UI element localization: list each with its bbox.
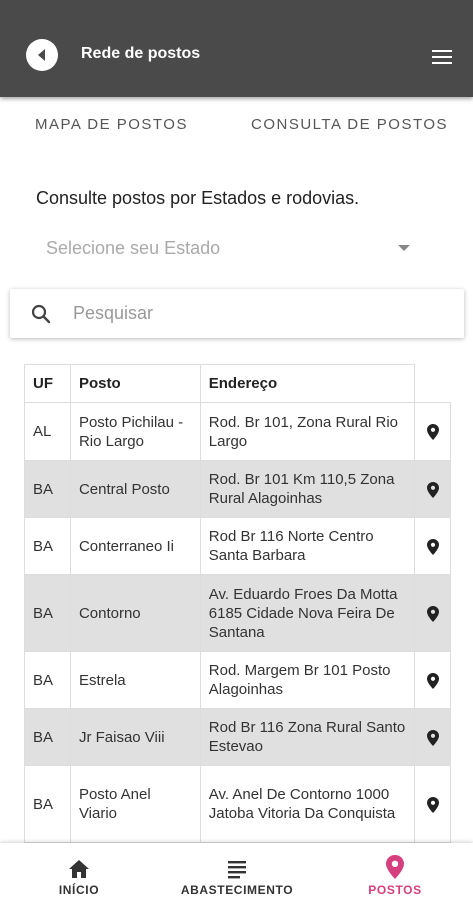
cell-posto: Posto Anel Viario [69,765,201,843]
cell-endereco: Av. Eduardo Froes Da Motta 6185 Cidade N… [199,574,416,652]
column-header-uf: UF [24,364,71,403]
cell-uf: BA [24,765,71,843]
caret-down-icon [398,245,410,251]
consulta-subtitle: Consulte postos por Estados e rodovias. [36,188,360,208]
nav-abastecimento-label: ABASTECIMENTO [180,883,294,897]
tab-bar: MAPA DE POSTOS CONSULTA DE POSTOS [0,108,473,142]
nav-inicio[interactable]: INÍCIO [47,843,111,900]
cell-endereco: Av. Anel De Contorno 1000 Jatoba Vitoria… [199,765,416,843]
nav-postos[interactable]: POSTOS [360,843,430,900]
table-row[interactable]: AL Posto Pichilau - Rio Largo Rod. Br 10… [24,402,451,461]
column-header-posto: Posto [69,364,201,403]
cell-uf: AL [24,402,71,461]
cell-endereco: Rod Br 116 Zona Rural Santo Estevao [199,708,416,766]
cell-uf: BA [24,574,71,652]
cell-uf: BA [24,651,71,709]
search-bar [10,289,464,338]
tab-consulta-de-postos[interactable]: CONSULTA DE POSTOS [251,116,448,133]
cell-posto: Estrela [69,651,201,709]
map-pin-icon[interactable] [426,672,439,689]
cell-endereco: Rod Br 116 Norte Centro Santa Barbara [199,517,416,575]
cell-posto: Central Posto [69,460,201,518]
nav-abastecimento[interactable]: ABASTECIMENTO [172,843,302,900]
hamburger-icon [432,50,452,52]
table-row[interactable]: BA Posto Anel Viario Av. Anel De Contorn… [24,765,451,843]
map-pin-icon[interactable] [426,729,439,746]
cell-posto: Conterraneo Ii [69,517,201,575]
cell-uf: BA [24,460,71,518]
table-row[interactable]: BA Conterraneo Ii Rod Br 116 Norte Centr… [24,517,451,575]
table-row[interactable]: BA Estrela Rod. Margem Br 101 Posto Alag… [24,651,451,709]
cell-endereco: Rod. Br 101 Km 110,5 Zona Rural Alagoinh… [199,460,416,518]
search-input[interactable] [73,299,443,327]
back-button[interactable] [26,39,58,71]
map-pin-icon[interactable] [426,605,439,622]
table-row[interactable]: BA Jr Faisao Viii Rod Br 116 Zona Rural … [24,708,451,766]
cell-uf: BA [24,517,71,575]
tab-mapa-de-postos[interactable]: MAPA DE POSTOS [35,116,188,133]
bottom-navigation: INÍCIO ABASTECIMENTO POSTOS [0,843,473,900]
map-pin-icon[interactable] [426,424,439,441]
cell-endereco: Rod. Br 101, Zona Rural Rio Largo [199,402,416,461]
list-icon [228,861,246,879]
column-header-endereco: Endereço [199,364,416,403]
table-header-row: UF Posto Endereço [24,364,451,403]
search-icon[interactable] [30,303,52,325]
map-pin-icon[interactable] [426,538,439,555]
cell-posto: Jr Faisao Viii [69,708,201,766]
map-pin-icon [386,855,404,879]
cell-uf: BA [24,708,71,766]
home-icon [69,860,89,878]
table-row[interactable]: BA Contorno Av. Eduardo Froes Da Motta 6… [24,574,451,652]
map-pin-icon[interactable] [426,796,439,813]
arrow-left-icon [38,49,45,61]
table-row[interactable]: BA Central Posto Rod. Br 101 Km 110,5 Zo… [24,460,451,518]
menu-button[interactable] [432,50,454,66]
state-select[interactable]: Selecione seu Estado [36,232,416,266]
app-bar: Rede de postos [0,0,473,97]
cell-endereco: Rod. Margem Br 101 Posto Alagoinhas [199,651,416,709]
cell-posto: Posto Pichilau - Rio Largo [69,402,201,461]
state-select-placeholder: Selecione seu Estado [46,238,221,258]
cell-posto: Contorno [69,574,201,652]
nav-postos-label: POSTOS [368,883,422,897]
page-title: Rede de postos [81,45,201,62]
column-header-map [414,364,451,403]
postos-table: UF Posto Endereço AL Posto Pichilau - Ri… [24,364,451,843]
nav-inicio-label: INÍCIO [58,883,100,897]
map-pin-icon[interactable] [426,481,439,498]
